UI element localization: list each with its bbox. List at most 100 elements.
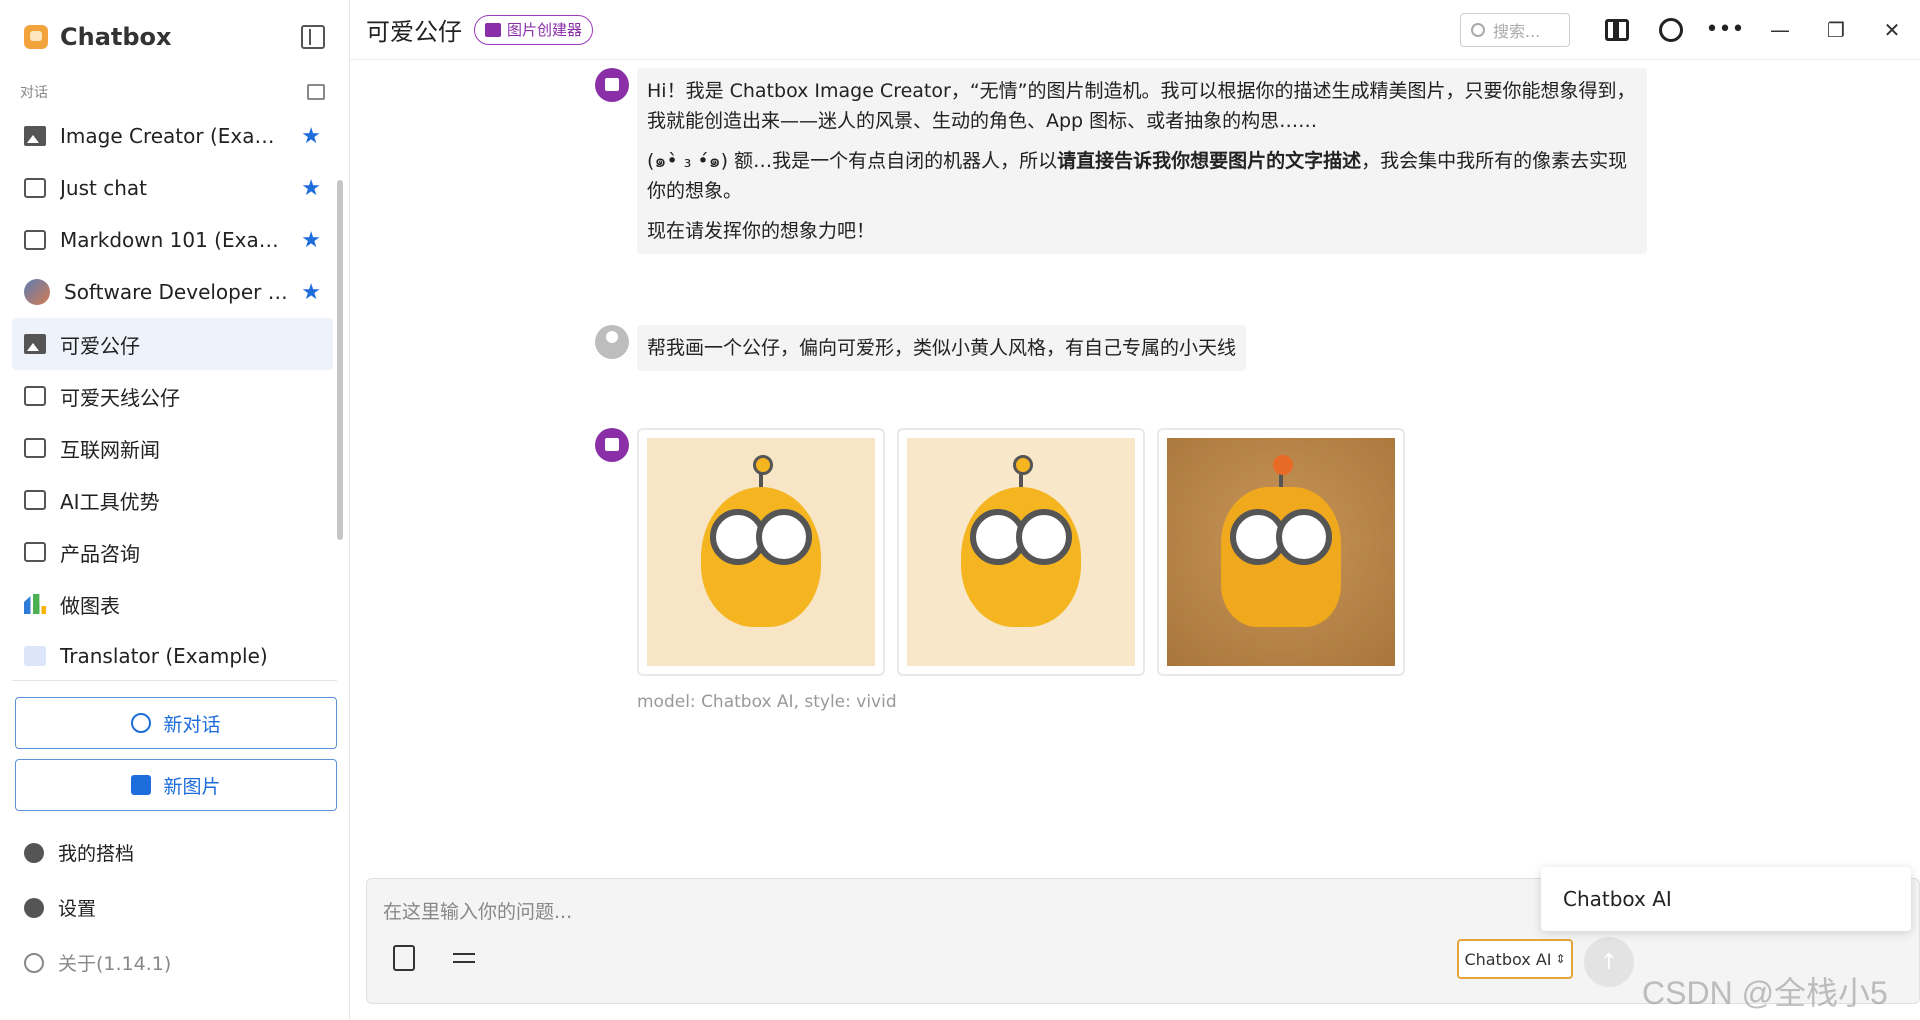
session-item-cute-antenna-doll[interactable]: 可爱天线公仔 xyxy=(12,370,333,422)
restore-icon[interactable]: ❐ xyxy=(1808,0,1864,60)
star-icon[interactable]: ★ xyxy=(301,176,321,201)
sidebar: Chatbox 对话 Image Creator (Example) ★ Jus… xyxy=(0,0,350,1020)
bar-chart-icon xyxy=(24,594,46,614)
conversations-section-header: 对话 xyxy=(0,74,349,110)
session-item-make-chart[interactable]: 做图表 xyxy=(12,578,333,630)
session-list: Image Creator (Example) ★ Just chat ★ Ma… xyxy=(0,110,349,680)
session-item-internet-news[interactable]: 互联网新闻 xyxy=(12,422,333,474)
generated-image-2[interactable] xyxy=(897,428,1145,676)
chat-icon xyxy=(24,542,46,562)
session-item-translator[interactable]: Translator (Example) xyxy=(12,630,333,680)
new-image-button[interactable]: 新图片 xyxy=(15,759,337,811)
close-icon[interactable]: ✕ xyxy=(1864,0,1920,60)
add-circle-icon xyxy=(131,713,152,733)
attach-file-icon[interactable] xyxy=(393,945,415,971)
toggle-panel-button[interactable] xyxy=(1604,17,1630,43)
image-row xyxy=(637,428,1405,676)
tune-settings-icon[interactable] xyxy=(453,945,475,971)
assistant-message: Hi！我是 Chatbox Image Creator，“无情”的图片制造机。我… xyxy=(595,68,1647,254)
assistant-intro-p1: Hi！我是 Chatbox Image Creator，“无情”的图片制造机。我… xyxy=(647,80,1636,132)
translate-icon xyxy=(24,646,46,666)
generated-image-1[interactable] xyxy=(637,428,885,676)
star-icon[interactable]: ★ xyxy=(301,228,321,253)
star-icon[interactable]: ★ xyxy=(301,124,321,149)
minimize-icon[interactable]: — xyxy=(1752,0,1808,60)
image-icon xyxy=(24,126,46,146)
session-label: Just chat xyxy=(60,176,147,200)
goggles-shape xyxy=(1222,508,1340,565)
session-label: AI工具优势 xyxy=(60,489,160,514)
section-label: 对话 xyxy=(20,85,48,101)
about-label: 关于(1.14.1) xyxy=(58,953,172,975)
arrow-up-icon: ↑ xyxy=(1599,949,1619,975)
star-icon[interactable]: ★ xyxy=(301,280,321,305)
top-bar: 可爱公仔 图片创建器 搜索... ••• — ❐ ✕ xyxy=(350,0,1920,60)
session-label: 做图表 xyxy=(60,593,120,618)
user-message-bubble: 帮我画一个公仔，偏向可爱形，类似小黄人风格，有自己专属的小天线 xyxy=(637,325,1247,371)
generated-image-3[interactable] xyxy=(1157,428,1405,676)
gear-icon xyxy=(24,897,44,918)
history-button[interactable] xyxy=(1658,17,1684,43)
chat-title[interactable]: 可爱公仔 xyxy=(366,12,462,47)
history-icon xyxy=(1659,17,1683,42)
doll-image xyxy=(647,438,875,666)
model-select-value: Chatbox AI xyxy=(1464,949,1552,969)
session-label: 产品咨询 xyxy=(60,541,140,566)
add-image-icon xyxy=(131,775,152,795)
goggles-shape xyxy=(702,508,820,565)
search-input[interactable]: 搜索... xyxy=(1460,12,1570,47)
about-item[interactable]: 关于(1.14.1) xyxy=(0,935,349,990)
session-label: 可爱天线公仔 xyxy=(60,385,180,410)
session-label: Translator (Example) xyxy=(60,644,268,668)
settings-item[interactable]: 设置 xyxy=(0,880,349,935)
my-copilots-item[interactable]: 我的搭档 xyxy=(0,825,349,880)
user-message: 帮我画一个公仔，偏向可爱形，类似小黄人风格，有自己专属的小天线 xyxy=(595,325,1247,371)
chat-icon xyxy=(24,178,46,198)
session-label: Image Creator (Example) xyxy=(60,124,294,148)
more-options-icon[interactable]: ••• xyxy=(1706,17,1745,43)
robot-icon xyxy=(24,842,44,863)
send-button[interactable]: ↑ xyxy=(1584,937,1634,987)
session-item-ai-tools[interactable]: AI工具优势 xyxy=(12,474,333,526)
session-label: 互联网新闻 xyxy=(60,437,160,462)
chat-icon xyxy=(24,386,46,406)
watermark: CSDN @全栈小5 xyxy=(1642,975,1888,1011)
input-placeholder: 在这里输入你的问题... xyxy=(383,901,573,923)
sidebar-scrollbar[interactable] xyxy=(337,180,343,540)
assistant-intro-p3: 现在请发挥你的想象力吧！ xyxy=(647,220,876,242)
image-icon xyxy=(485,22,501,37)
collapse-sidebar-icon[interactable] xyxy=(301,25,325,49)
my-copilots-label: 我的搭档 xyxy=(58,843,135,865)
assistant-avatar-icon xyxy=(595,68,629,102)
model-dropdown-option[interactable]: Chatbox AI xyxy=(1541,867,1911,931)
sidebar-header: Chatbox xyxy=(0,0,349,74)
chatbox-logo-icon xyxy=(24,25,48,49)
assistant-intro-p2: (๑•̀ ₃ •́๑) 额…我是一个有点自闭的机器人，所以请直接告诉我你想要图片… xyxy=(647,146,1637,206)
archive-icon[interactable] xyxy=(307,84,325,100)
session-item-markdown-101[interactable]: Markdown 101 (Exampl... ★ xyxy=(12,214,333,266)
session-item-software-developer[interactable]: Software Developer (Ex... ★ xyxy=(12,266,333,318)
new-chat-button[interactable]: 新对话 xyxy=(15,697,337,749)
intro-p2-bold: 请直接告诉我你想要图片的文字描述 xyxy=(1057,150,1362,172)
session-item-product-consult[interactable]: 产品咨询 xyxy=(12,526,333,578)
chat-icon xyxy=(24,438,46,458)
image-creator-badge: 图片创建器 xyxy=(474,14,594,45)
search-icon xyxy=(1471,22,1485,37)
image-result-group: model: Chatbox AI, style: vivid xyxy=(637,428,1405,712)
assistant-image-message: model: Chatbox AI, style: vivid xyxy=(595,428,1405,712)
session-item-cute-doll[interactable]: 可爱公仔 xyxy=(12,318,333,370)
session-label: 可爱公仔 xyxy=(60,333,140,358)
chevron-updown-icon: ⇕ xyxy=(1555,952,1566,966)
session-item-image-creator[interactable]: Image Creator (Example) ★ xyxy=(12,110,333,162)
doll-image xyxy=(907,438,1135,666)
image-caption: model: Chatbox AI, style: vivid xyxy=(637,692,897,712)
new-chat-label: 新对话 xyxy=(163,713,221,736)
session-item-just-chat[interactable]: Just chat ★ xyxy=(12,162,333,214)
user-avatar-icon xyxy=(595,325,629,359)
chat-icon xyxy=(24,230,46,250)
panel-icon xyxy=(1605,18,1629,41)
chat-icon xyxy=(24,490,46,510)
model-select[interactable]: Chatbox AI ⇕ xyxy=(1457,939,1573,979)
image-icon xyxy=(24,334,46,354)
app-title: Chatbox xyxy=(60,23,172,51)
